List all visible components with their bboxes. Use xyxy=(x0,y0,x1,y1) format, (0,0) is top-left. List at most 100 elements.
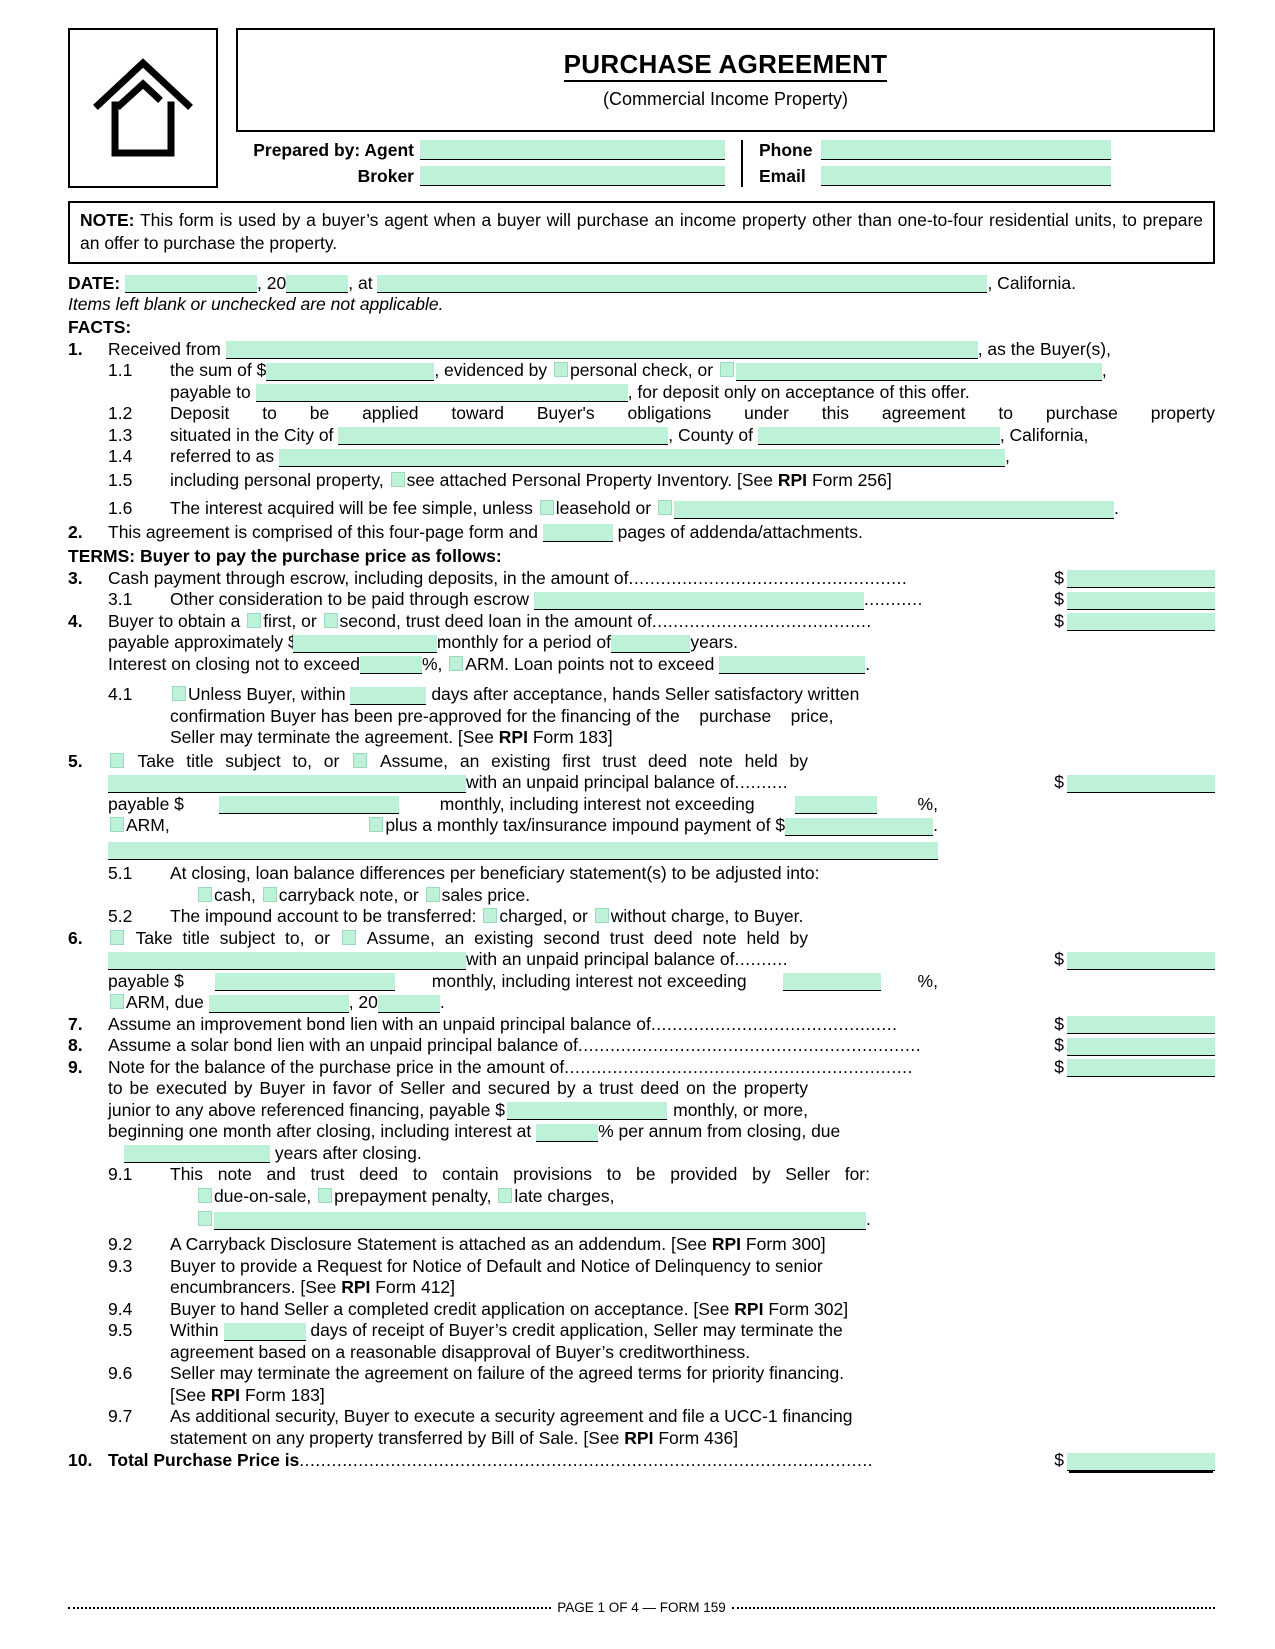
agent-field[interactable] xyxy=(420,140,725,160)
checkbox-personal-check[interactable] xyxy=(554,362,569,378)
checkbox-impound-without-charge[interactable] xyxy=(594,908,609,924)
item-6-number: 6. xyxy=(68,927,83,948)
checkbox-arm-6[interactable] xyxy=(110,994,124,1010)
buyer-name-field[interactable] xyxy=(225,341,978,360)
checkbox-assume-first[interactable] xyxy=(353,752,368,768)
other-consideration-amount-field[interactable] xyxy=(1067,591,1215,610)
checkbox-late-charges[interactable] xyxy=(498,1187,513,1203)
other-consideration-field[interactable] xyxy=(533,591,864,610)
first-note-holder-field[interactable] xyxy=(108,774,466,793)
checkbox-second-trust-deed[interactable] xyxy=(323,612,338,628)
item-9-5-text-b: days of receipt of Buyer’s credit applic… xyxy=(310,1320,843,1341)
second-note-holder-field[interactable] xyxy=(108,951,466,970)
item-9-2-text-a: A Carryback Disclosure Statement is atta… xyxy=(170,1233,707,1254)
dollar-sign: $ xyxy=(1054,610,1064,631)
loan-amount-field[interactable] xyxy=(1067,613,1215,632)
item-9-5: 9.5 Within days of receipt of Buyer’s cr… xyxy=(68,1320,1215,1363)
item-4: 4. Buyer to obtain a first, or second, t… xyxy=(68,611,1215,676)
checkbox-prepayment-penalty[interactable] xyxy=(318,1187,333,1203)
payable-to-field[interactable] xyxy=(255,384,628,403)
checkbox-adjust-carryback[interactable] xyxy=(262,886,277,902)
other-interest-field[interactable] xyxy=(673,500,1114,519)
second-note-balance-field[interactable] xyxy=(1067,951,1215,970)
second-note-due-year-field[interactable] xyxy=(377,994,440,1013)
checkbox-impound-5[interactable] xyxy=(369,817,384,833)
carryback-monthly-field[interactable] xyxy=(506,1102,667,1121)
checkbox-assume-second[interactable] xyxy=(341,929,356,945)
second-note-due-date-field[interactable] xyxy=(208,994,349,1013)
checkbox-arm-5[interactable] xyxy=(110,817,124,833)
item-9-4-number: 9.4 xyxy=(108,1298,133,1319)
carryback-note-amount-field[interactable] xyxy=(1067,1059,1215,1078)
item-4-1-number: 4.1 xyxy=(108,684,133,705)
item-9-6-text-b: [See xyxy=(170,1384,206,1405)
checkbox-other-interest[interactable] xyxy=(657,500,672,516)
solar-bond-balance-field[interactable] xyxy=(1067,1037,1215,1056)
carryback-interest-field[interactable] xyxy=(536,1123,599,1142)
item-8-amount: $ xyxy=(1054,1035,1215,1057)
item-6-text-e: monthly, including interest not exceedin… xyxy=(431,970,747,991)
checkbox-adjust-cash[interactable] xyxy=(198,886,212,902)
year-field[interactable] xyxy=(286,274,349,293)
item-6-text-g: ARM, due xyxy=(126,992,204,1013)
item-5-text-c: with an unpaid principal balance of xyxy=(466,772,735,793)
item-9-7-rpi: RPI xyxy=(624,1427,654,1448)
other-provision-field[interactable] xyxy=(214,1211,866,1230)
dollar-sign: $ xyxy=(1054,1450,1064,1471)
checkbox-arm-4[interactable] xyxy=(449,655,464,671)
county-field[interactable] xyxy=(757,427,1000,446)
loan-points-field[interactable] xyxy=(719,656,866,675)
item-3: 3. Cash payment through escrow, includin… xyxy=(68,568,1215,590)
agent-row: Prepared by: Agent xyxy=(236,140,725,161)
preapproval-days-field[interactable] xyxy=(350,686,427,705)
total-purchase-price-field[interactable] xyxy=(1067,1452,1215,1471)
monthly-payment-field[interactable] xyxy=(292,634,437,653)
item-9-7-text-a: As additional security, Buyer to execute… xyxy=(170,1406,853,1427)
checkbox-impound-charged[interactable] xyxy=(483,908,498,924)
checkbox-preapproval[interactable] xyxy=(172,686,186,702)
checkbox-first-trust-deed[interactable] xyxy=(247,612,262,628)
second-note-interest-field[interactable] xyxy=(783,973,882,992)
loan-period-field[interactable] xyxy=(610,634,691,653)
place-field[interactable] xyxy=(377,274,988,293)
max-interest-field[interactable] xyxy=(359,656,422,675)
checkbox-due-on-sale[interactable] xyxy=(198,1187,212,1203)
deposit-sum-field[interactable] xyxy=(266,362,435,381)
first-note-interest-field[interactable] xyxy=(795,796,878,815)
checkbox-other-evidence[interactable] xyxy=(719,362,734,378)
item-1-2-text: Deposit to be applied toward Buyer's obl… xyxy=(170,403,1215,424)
item-1-6-text-b: leasehold or xyxy=(555,498,652,519)
credit-review-days-field[interactable] xyxy=(223,1322,306,1341)
item-2: 2. This agreement is comprised of this f… xyxy=(68,522,1215,544)
item-9-amount: $ xyxy=(1054,1057,1215,1079)
checkbox-other-provision[interactable] xyxy=(198,1211,212,1227)
city-field[interactable] xyxy=(338,427,669,446)
phone-field[interactable] xyxy=(821,140,1111,160)
checkbox-take-title-second[interactable] xyxy=(110,929,124,945)
improvement-bond-balance-field[interactable] xyxy=(1067,1016,1215,1035)
impound-amount-field[interactable] xyxy=(785,817,934,836)
item-9-3-text-c: Form 412] xyxy=(375,1277,456,1298)
email-field[interactable] xyxy=(821,166,1111,186)
checkbox-take-title-first[interactable] xyxy=(110,752,124,768)
item-5-text-a: Take title subject to, or xyxy=(137,750,340,771)
item-9-4-text-a: Buyer to hand Seller a completed credit … xyxy=(170,1298,730,1319)
cash-payment-amount-field[interactable] xyxy=(1067,570,1215,589)
other-evidence-field[interactable] xyxy=(735,362,1102,381)
checkbox-personal-property-inventory[interactable] xyxy=(390,471,405,487)
checkbox-adjust-sales-price[interactable] xyxy=(425,886,440,902)
broker-field[interactable] xyxy=(420,166,725,186)
first-note-balance-field[interactable] xyxy=(1067,774,1215,793)
addenda-pages-field[interactable] xyxy=(542,524,613,543)
first-note-monthly-field[interactable] xyxy=(219,796,400,815)
second-note-monthly-field[interactable] xyxy=(215,973,396,992)
note-text: This form is used by a buyer’s agent whe… xyxy=(80,210,1204,253)
referred-to-as-field[interactable] xyxy=(278,448,1005,467)
year-prefix: , 20 xyxy=(257,272,287,293)
date-field[interactable] xyxy=(125,274,258,293)
checkbox-leasehold[interactable] xyxy=(539,500,554,516)
first-note-extra-field[interactable] xyxy=(108,842,938,861)
item-7-text: Assume an improvement bond lien with an … xyxy=(108,1013,651,1034)
carryback-due-years-field[interactable] xyxy=(124,1145,270,1164)
item-1-6-text-c: . xyxy=(1113,498,1119,519)
